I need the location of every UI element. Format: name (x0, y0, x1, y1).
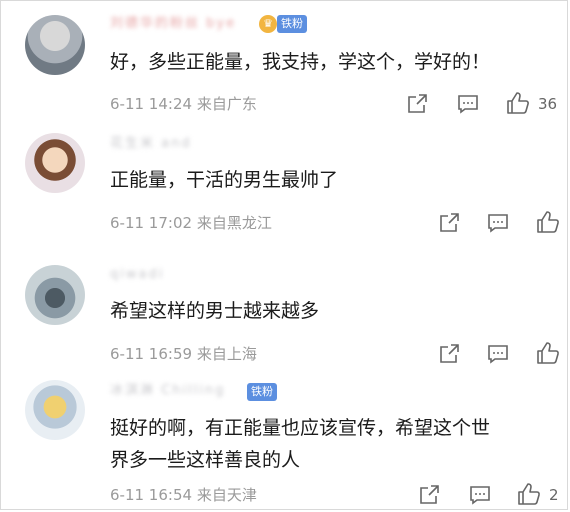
share-icon[interactable] (437, 342, 463, 366)
thumbs-up-icon[interactable] (505, 91, 531, 115)
comment-text: 希望这样的男士越来越多 (110, 300, 320, 322)
thumbs-up-icon[interactable] (516, 482, 542, 506)
comment-date: 6-11 17:02 (110, 214, 193, 232)
comment-text-line-1: 挺好的啊，有正能量也应该宣传，希望这个世 (110, 417, 491, 439)
avatar[interactable] (25, 380, 85, 440)
avatar[interactable] (25, 133, 85, 193)
avatar[interactable] (25, 15, 85, 75)
comment-icon[interactable] (468, 483, 494, 507)
comment-meta: 6-11 14:24 来自广东 (110, 94, 257, 114)
vip-icon: ♛ (259, 15, 277, 33)
comment-date: 6-11 16:54 (110, 486, 193, 504)
comment-meta: 6-11 17:02 来自黑龙江 (110, 213, 272, 233)
comment-text: 正能量，干活的男生最帅了 (110, 169, 339, 191)
comment-date: 6-11 16:59 (110, 345, 193, 363)
username[interactable]: 冰淇淋 Chilling (110, 382, 225, 400)
comment-icon[interactable] (486, 342, 512, 366)
fan-badge: 铁粉 (277, 15, 307, 33)
comment-icon[interactable] (456, 92, 482, 116)
comment-item: 花生米 and 正能量，干活的男生最帅了 6-11 17:02 来自黑龙江 (1, 123, 567, 247)
comment-text: 好，多些正能量，我支持，学这个，学好的！ (110, 51, 491, 73)
comment-list: 刘德华的粉丝 bye ♛ 铁粉 好，多些正能量，我支持，学这个，学好的！ 6-1… (0, 0, 568, 510)
username[interactable]: 刘德华的粉丝 bye (110, 15, 236, 33)
thumbs-up-icon[interactable] (535, 341, 561, 365)
comment-text-line-2: 界多一些这样善良的人 (110, 449, 301, 471)
fan-badge: 铁粉 (247, 383, 277, 401)
username[interactable]: 花生米 and (110, 135, 192, 153)
like-count: 2 (549, 486, 559, 504)
comment-item: qiwadi 希望这样的男士越来越多 6-11 16:59 来自上海 (1, 247, 567, 371)
comment-meta: 6-11 16:54 来自天津 (110, 485, 257, 505)
comment-location: 来自上海 (196, 345, 257, 363)
share-icon[interactable] (437, 211, 463, 235)
comment-icon[interactable] (486, 211, 512, 235)
comment-item: 冰淇淋 Chilling 铁粉 挺好的啊，有正能量也应该宣传，希望这个世 界多一… (1, 371, 567, 509)
comment-item: 刘德华的粉丝 bye ♛ 铁粉 好，多些正能量，我支持，学这个，学好的！ 6-1… (1, 1, 567, 123)
comment-meta: 6-11 16:59 来自上海 (110, 344, 257, 364)
comment-location: 来自黑龙江 (196, 214, 272, 232)
like-count: 36 (538, 95, 558, 113)
comment-location: 来自广东 (196, 95, 257, 113)
share-icon[interactable] (405, 92, 431, 116)
thumbs-up-icon[interactable] (535, 210, 561, 234)
avatar[interactable] (25, 265, 85, 325)
share-icon[interactable] (417, 483, 443, 507)
comment-location: 来自天津 (196, 486, 257, 504)
username[interactable]: qiwadi (110, 266, 164, 284)
comment-date: 6-11 14:24 (110, 95, 193, 113)
